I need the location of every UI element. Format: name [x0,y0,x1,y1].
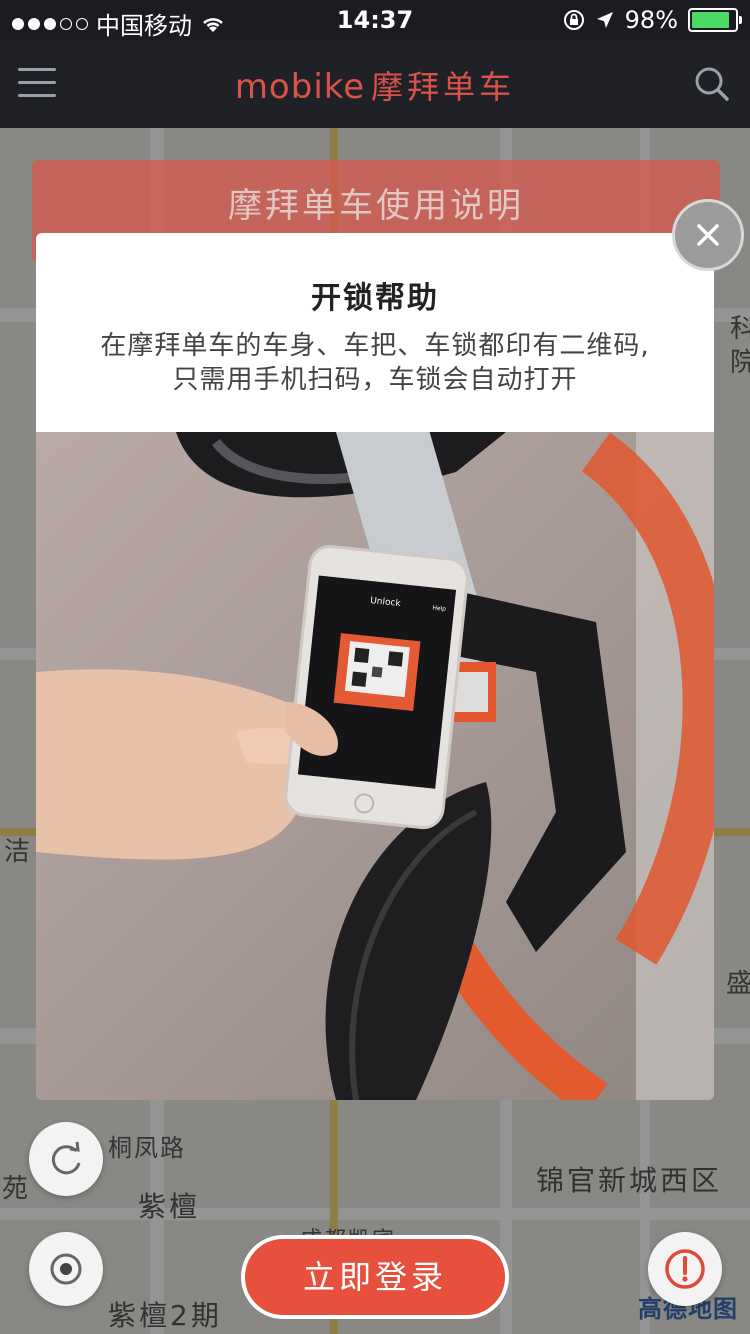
top-nav-bar: mobike 摩拜单车 [0,40,750,128]
brand-name-cn: 摩拜单车 [371,68,516,106]
dialog-description: 在摩拜单车的车身、车把、车锁都印有二维码, 只需用手机扫码，车锁会自动打开 [66,329,684,397]
refresh-icon [51,1141,81,1175]
dialog-description-line: 只需用手机扫码，车锁会自动打开 [172,365,578,395]
phone-screen-help: Help [432,605,447,613]
locate-icon [50,1253,82,1285]
status-bar: 中国移动 14:37 98% [0,0,750,40]
unlock-illustration: Unlock Help [36,432,714,1100]
dialog-title: 开锁帮助 [311,281,439,316]
dialog-description-line: 在摩拜单车的车身、车把、车锁都印有二维码, [100,331,650,361]
search-icon[interactable] [692,64,732,104]
brand-logo: mobike 摩拜单车 [0,62,750,108]
report-button[interactable] [648,1232,722,1306]
refresh-button[interactable] [29,1122,103,1196]
close-dialog-button[interactable] [672,199,744,271]
brand-name-en: mobike [234,67,366,107]
alert-icon [665,1249,705,1289]
locate-button[interactable] [29,1232,103,1306]
battery-percent: 98% [624,6,678,34]
unlock-help-dialog: 开锁帮助 在摩拜单车的车身、车把、车锁都印有二维码, 只需用手机扫码，车锁会自动… [36,233,714,1100]
orientation-lock-icon [563,10,584,30]
location-arrow-icon [596,12,613,28]
battery-icon [688,8,742,32]
login-button[interactable]: 立即登录 [241,1235,509,1319]
close-icon [697,224,719,246]
